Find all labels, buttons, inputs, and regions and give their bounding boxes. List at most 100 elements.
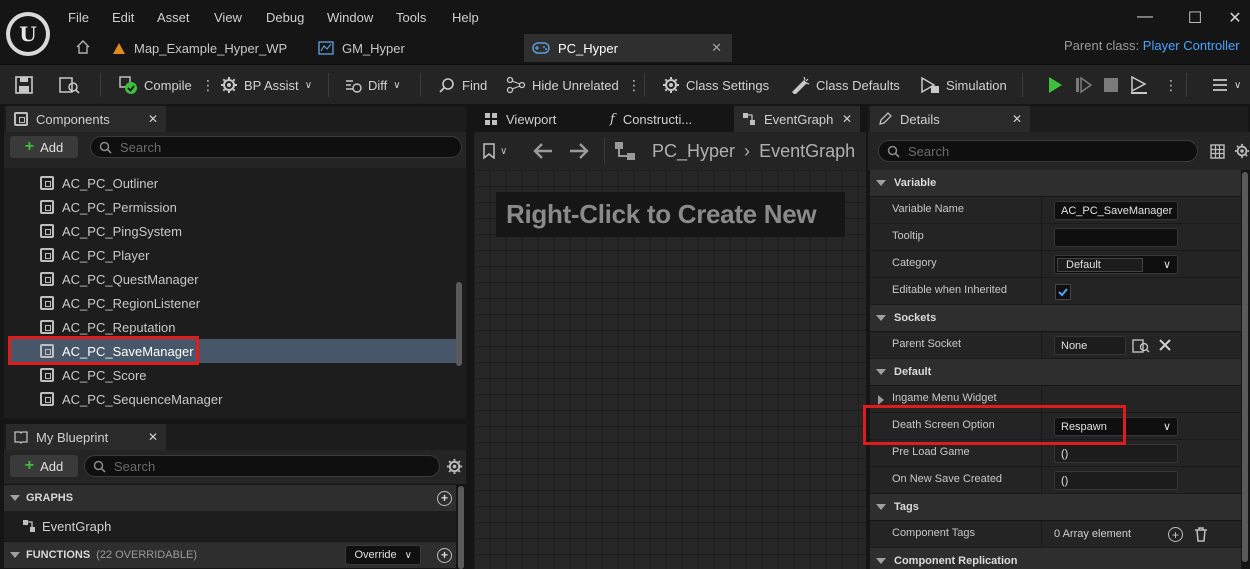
- menu-debug[interactable]: Debug: [266, 10, 304, 26]
- bp-assist-button[interactable]: BP Assist ∨: [220, 65, 312, 105]
- parent-class-link[interactable]: Player Controller: [1143, 38, 1240, 53]
- add-graph-icon[interactable]: +: [437, 490, 452, 506]
- tab-close-icon[interactable]: ✕: [711, 40, 722, 56]
- component-label: AC_PC_RegionListener: [62, 295, 201, 311]
- find-button[interactable]: Find: [438, 65, 487, 105]
- home-icon[interactable]: [74, 38, 92, 56]
- highlight-death-screen-right: [995, 405, 1126, 445]
- pre-load-value[interactable]: (): [1054, 444, 1178, 463]
- gamepad-icon: [532, 42, 550, 54]
- diff-button[interactable]: Diff ∨: [344, 65, 401, 105]
- tab-pc-hyper[interactable]: PC_Hyper ✕: [524, 34, 732, 62]
- my-blueprint-search-input[interactable]: Search: [84, 455, 440, 477]
- expand-arrow-icon[interactable]: [878, 395, 884, 405]
- component-row[interactable]: AC_PC_QuestManager: [10, 267, 456, 291]
- menu-window[interactable]: Window: [327, 10, 373, 26]
- menu-view[interactable]: View: [214, 10, 242, 26]
- eject-icon[interactable]: [1126, 72, 1152, 98]
- on-new-save-value[interactable]: (): [1054, 471, 1178, 490]
- graphs-section[interactable]: GRAPHS +: [4, 485, 456, 511]
- plus-icon: +: [24, 457, 35, 474]
- graph-canvas[interactable]: Right-Click to Create New: [474, 170, 866, 569]
- component-row[interactable]: AC_PC_PingSystem: [10, 219, 456, 243]
- override-dropdown[interactable]: Override ∨: [345, 545, 421, 565]
- event-graph-item[interactable]: EventGraph: [4, 511, 456, 541]
- my-blueprint-tab[interactable]: My Blueprint ✕: [6, 424, 166, 450]
- tab-eventgraph-close-icon[interactable]: ✕: [842, 112, 852, 126]
- compile-options-icon[interactable]: ⋮: [201, 65, 215, 105]
- back-arrow-icon[interactable]: [532, 141, 554, 161]
- menu-tools[interactable]: Tools: [396, 10, 426, 26]
- tab-eventgraph[interactable]: EventGraph ✕: [734, 106, 860, 132]
- component-row[interactable]: AC_PC_Permission: [10, 195, 456, 219]
- maximize-icon[interactable]: ☐: [1180, 8, 1210, 28]
- editable-checkbox[interactable]: [1055, 284, 1071, 300]
- parent-socket-value[interactable]: None: [1054, 336, 1126, 355]
- table-view-icon[interactable]: [1210, 144, 1225, 159]
- default-section[interactable]: Default: [870, 359, 1241, 385]
- browse-socket-icon[interactable]: [1132, 338, 1150, 354]
- components-scrollbar[interactable]: [456, 282, 462, 366]
- forward-arrow-icon[interactable]: [568, 141, 590, 161]
- details-close-icon[interactable]: ✕: [1012, 112, 1022, 126]
- details-settings-icon[interactable]: [1234, 143, 1250, 159]
- minimize-icon[interactable]: —: [1130, 8, 1160, 28]
- details-tab[interactable]: Details ✕: [870, 106, 1030, 132]
- my-blueprint-toolbar: + Add Search: [4, 450, 466, 484]
- hamburger-menu-icon[interactable]: ∨: [1212, 65, 1241, 105]
- class-defaults-button[interactable]: Class Defaults: [790, 65, 900, 105]
- functions-section[interactable]: FUNCTIONS (22 OVERRIDABLE) Override ∨ +: [4, 542, 456, 568]
- add-tag-icon[interactable]: +: [1168, 527, 1183, 542]
- ingame-menu-label: Ingame Menu Widget: [892, 392, 997, 404]
- unreal-logo-icon[interactable]: U: [6, 12, 50, 56]
- details-search-input[interactable]: Search: [878, 140, 1198, 162]
- tab-map[interactable]: Map_Example_Hyper_WP: [104, 34, 304, 62]
- hide-unrelated-button[interactable]: Hide Unrelated: [506, 65, 619, 105]
- component-row[interactable]: AC_PC_SequenceManager: [10, 387, 456, 411]
- component-row[interactable]: AC_PC_RegionListener: [10, 291, 456, 315]
- menu-asset[interactable]: Asset: [157, 10, 190, 26]
- breadcrumb-root[interactable]: PC_Hyper: [652, 141, 735, 161]
- component-row[interactable]: AC_PC_Outliner: [10, 171, 456, 195]
- stop-icon[interactable]: [1098, 72, 1124, 98]
- bookmark-icon[interactable]: ∨: [482, 143, 507, 159]
- category-combo[interactable]: Default ∨: [1054, 255, 1178, 274]
- components-add-button[interactable]: + Add: [10, 136, 78, 158]
- sockets-section[interactable]: Sockets: [870, 305, 1241, 331]
- tab-viewport[interactable]: Viewport: [476, 106, 598, 132]
- play-options-icon[interactable]: ⋮: [1164, 65, 1178, 105]
- components-tab[interactable]: Components ✕: [6, 106, 166, 132]
- component-row[interactable]: AC_PC_Player: [10, 243, 456, 267]
- plus-icon: +: [24, 138, 35, 155]
- variable-name-input[interactable]: AC_PC_SaveManager: [1054, 201, 1178, 220]
- tab-gm-hyper[interactable]: GM_Hyper: [310, 34, 450, 62]
- tooltip-input[interactable]: [1054, 228, 1178, 247]
- compile-button[interactable]: Compile: [118, 65, 192, 105]
- variable-section[interactable]: Variable: [870, 170, 1241, 196]
- simulation-button[interactable]: Simulation: [920, 65, 1007, 105]
- menu-file[interactable]: File: [68, 10, 89, 26]
- tab-construction[interactable]: f Constructi...: [602, 106, 730, 132]
- menu-help[interactable]: Help: [452, 10, 479, 26]
- details-scrollbar[interactable]: [1242, 172, 1248, 562]
- settings-gear-icon[interactable]: [446, 458, 463, 475]
- browse-asset-icon[interactable]: [58, 65, 80, 105]
- replication-section[interactable]: Component Replication: [870, 548, 1241, 569]
- save-icon[interactable]: [14, 65, 34, 105]
- close-window-icon[interactable]: ✕: [1220, 8, 1250, 28]
- trash-icon[interactable]: [1194, 527, 1208, 542]
- component-row[interactable]: AC_PC_Score: [10, 363, 456, 387]
- hide-unrelated-options-icon[interactable]: ⋮: [627, 65, 641, 105]
- clear-socket-icon[interactable]: [1158, 338, 1172, 352]
- my-blueprint-close-icon[interactable]: ✕: [148, 430, 158, 444]
- components-close-icon[interactable]: ✕: [148, 112, 158, 126]
- menu-edit[interactable]: Edit: [112, 10, 134, 26]
- step-icon[interactable]: [1070, 72, 1096, 98]
- my-blueprint-add-button[interactable]: + Add: [10, 455, 78, 477]
- class-settings-button[interactable]: Class Settings: [662, 65, 769, 105]
- add-function-icon[interactable]: +: [437, 547, 452, 563]
- tags-section[interactable]: Tags: [870, 494, 1241, 520]
- components-search-input[interactable]: Search: [90, 136, 462, 158]
- my-blueprint-scrollbar[interactable]: [458, 486, 464, 569]
- play-icon[interactable]: [1042, 72, 1068, 98]
